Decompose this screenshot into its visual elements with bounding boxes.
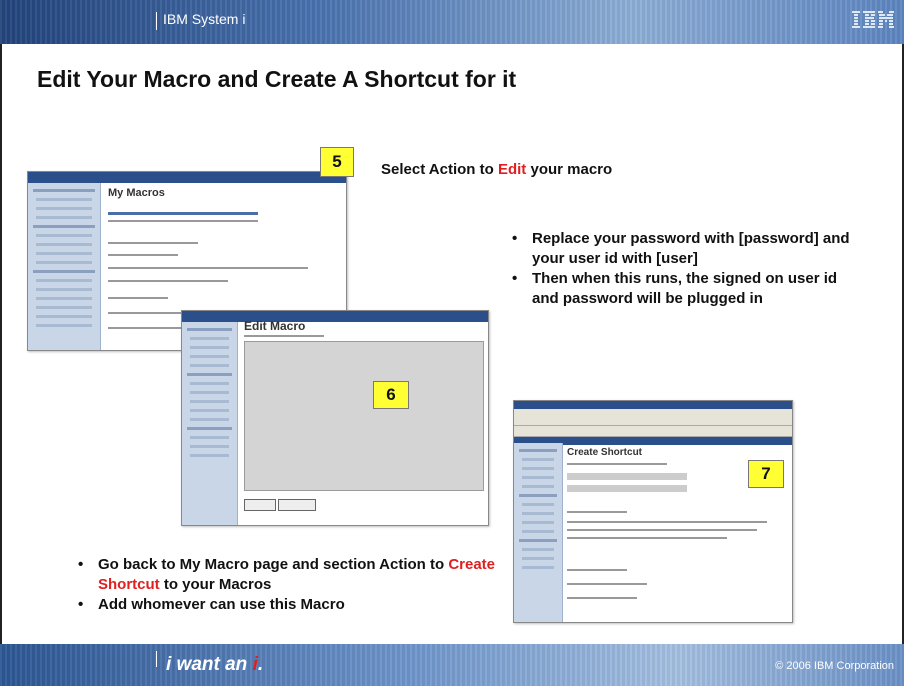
caption-text: your macro (526, 161, 613, 178)
header-divider (156, 12, 157, 30)
list-text: Go back to My Macro page and section Act… (98, 556, 449, 573)
screenshot-edit-macro: Edit Macro (181, 310, 489, 526)
list-item: Go back to My Macro page and section Act… (72, 555, 512, 595)
ibm-logo-icon (852, 11, 894, 28)
macro-text-area (244, 341, 484, 491)
notes-list: Replace your password with [password] an… (506, 229, 866, 309)
step-7-badge: 7 (748, 460, 784, 488)
list-text: to your Macros (159, 576, 272, 593)
frame-left (0, 44, 2, 644)
instructions-list: Go back to My Macro page and section Act… (72, 555, 512, 615)
tagline: i want an i. (166, 654, 264, 675)
list-item: Replace your password with [password] an… (506, 229, 866, 269)
save-button (244, 499, 276, 511)
cancel-button (278, 499, 316, 511)
caption-highlight: Edit (497, 161, 527, 178)
brand-label: IBM System i (163, 11, 246, 27)
copyright: © 2006 IBM Corporation (775, 660, 894, 672)
screenshot-create-shortcut: Create Shortcut (513, 400, 793, 623)
footer-divider (156, 651, 157, 667)
step-5-caption: Select Action to Edit your macro (381, 161, 612, 178)
screenshot-heading: Create Shortcut (567, 447, 643, 458)
caption-text: Select Action to (381, 161, 498, 178)
slide-title: Edit Your Macro and Create A Shortcut fo… (37, 66, 517, 92)
header-band (0, 0, 904, 44)
list-item: Then when this runs, the signed on user … (506, 269, 866, 309)
screenshot-heading: My Macros (108, 187, 165, 199)
step-6-badge: 6 (373, 381, 409, 409)
screenshot-heading: Edit Macro (244, 319, 306, 333)
footer-band (0, 644, 904, 686)
list-item: Add whomever can use this Macro (72, 595, 512, 615)
step-5-badge: 5 (320, 147, 354, 177)
